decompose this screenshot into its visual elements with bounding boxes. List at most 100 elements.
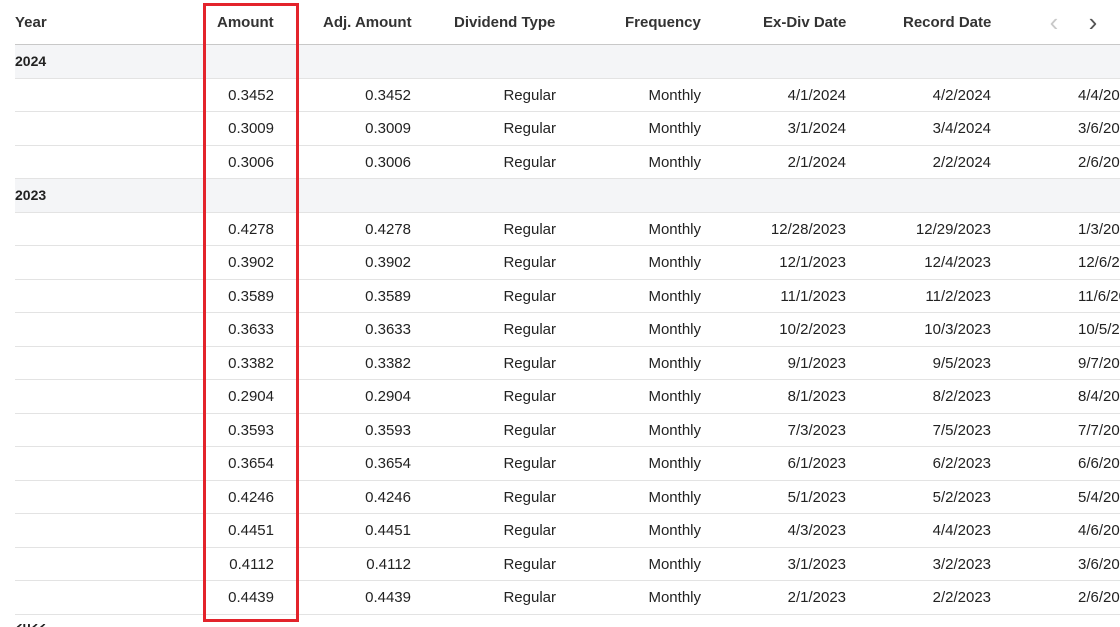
amount-cell: 0.3009 [228, 120, 274, 137]
year-group-label: 2023 [15, 187, 47, 203]
dividend-type-cell: Regular [503, 589, 556, 606]
adj-amount-cell: 0.3654 [365, 455, 411, 472]
dividend-type-cell: Regular [503, 220, 556, 238]
amount-cell: 0.4278 [228, 220, 274, 238]
pay-date-cell: 5/4/20 [1078, 488, 1120, 506]
frequency-cell: Monthly [648, 354, 701, 372]
table-row[interactable]: 0.4246 0.4246 Regular Monthly 5/1/2023 5/2/20… [15, 481, 1120, 514]
pay-date-cell: 6/6/20 [1078, 455, 1120, 472]
pay-date-cell: 9/7/20 [1078, 354, 1120, 372]
ex-div-date-cell: 2/1/2023 [787, 589, 846, 606]
ex-div-date-cell: 6/1/2023 [787, 455, 846, 472]
ex-div-date-cell: 12/28/2023 [770, 220, 846, 238]
table-row[interactable]: 0.3902 0.3902 Regular Monthly 12/1/2023 12/4/… [15, 246, 1120, 280]
record-date-cell: 9/5/2023 [932, 354, 991, 372]
pay-date-cell: 8/4/20 [1078, 388, 1120, 405]
header-frequency[interactable]: Frequency [625, 14, 701, 31]
header-record-date[interactable]: Record Date [903, 14, 991, 31]
year-group-label: 2024 [15, 53, 47, 69]
frequency-cell: Monthly [648, 589, 701, 606]
adj-amount-cell: 0.3452 [365, 86, 411, 104]
year-group-row: 2023 [15, 179, 1120, 213]
adj-amount-cell: 0.3633 [365, 321, 411, 338]
table-row[interactable]: 0.4112 0.4112 Regular Monthly 3/1/2023 3/2/20… [15, 548, 1120, 581]
frequency-cell: Monthly [648, 321, 701, 338]
table-header: Year Amount Adj. Amount Dividend Type Fr… [15, 0, 1120, 45]
adj-amount-cell: 0.3902 [365, 254, 411, 271]
pay-date-cell: 3/6/20 [1078, 120, 1120, 137]
ex-div-date-cell: 3/1/2024 [787, 120, 846, 137]
frequency-cell: Monthly [648, 153, 701, 171]
pay-date-cell: 3/6/20 [1078, 555, 1120, 573]
ex-div-date-cell: 2/1/2024 [787, 153, 846, 171]
frequency-cell: Monthly [648, 287, 701, 305]
adj-amount-cell: 0.3589 [365, 287, 411, 305]
record-date-cell: 3/2/2023 [932, 555, 991, 573]
pay-date-cell: 2/6/20 [1078, 589, 1120, 606]
amount-cell: 0.3654 [228, 455, 274, 472]
table-row[interactable]: 0.3382 0.3382 Regular Monthly 9/1/2023 9/5/20… [15, 347, 1120, 380]
adj-amount-cell: 0.4439 [365, 589, 411, 606]
table-row[interactable]: 0.2904 0.2904 Regular Monthly 8/1/2023 8/2/20… [15, 380, 1120, 414]
table-row[interactable]: 0.4278 0.4278 Regular Monthly 12/28/2023 12/2… [15, 213, 1120, 246]
table-row[interactable]: 0.3654 0.3654 Regular Monthly 6/1/2023 6/2/20… [15, 447, 1120, 481]
amount-cell: 0.3452 [228, 86, 274, 104]
pay-date-cell: 7/7/20 [1078, 421, 1120, 439]
ex-div-date-cell: 11/1/2023 [780, 287, 846, 305]
dividend-type-cell: Regular [503, 488, 556, 506]
adj-amount-cell: 0.3593 [365, 421, 411, 439]
adj-amount-cell: 0.3009 [365, 120, 411, 137]
table-row[interactable]: 0.3452 0.3452 Regular Monthly 4/1/2024 4/2/20… [15, 79, 1120, 112]
record-date-cell: 4/2/2024 [932, 86, 991, 104]
header-ex-div-date[interactable]: Ex-Div Date [763, 14, 846, 31]
table-row[interactable]: 0.3006 0.3006 Regular Monthly 2/1/2024 2/2/20… [15, 146, 1120, 179]
dividend-type-cell: Regular [503, 287, 556, 305]
dividend-type-cell: Regular [503, 153, 556, 171]
ex-div-date-cell: 4/3/2023 [787, 522, 846, 539]
header-dividend-type[interactable]: Dividend Type [454, 14, 555, 31]
table-row[interactable]: 0.3633 0.3633 Regular Monthly 10/2/2023 10/3/… [15, 313, 1120, 347]
frequency-cell: Monthly [648, 254, 701, 271]
adj-amount-cell: 0.3006 [365, 153, 411, 171]
amount-cell: 0.3006 [228, 153, 274, 171]
adj-amount-cell: 0.4112 [366, 555, 411, 573]
pay-date-cell: 1/3/20 [1078, 220, 1120, 238]
dividend-type-cell: Regular [503, 120, 556, 137]
chevron-right-icon[interactable]: › [1079, 7, 1107, 37]
table-row[interactable]: 0.4439 0.4439 Regular Monthly 2/1/2023 2/2/20… [15, 581, 1120, 615]
pay-date-cell: 4/6/20 [1078, 522, 1120, 539]
amount-cell: 0.3382 [228, 354, 274, 372]
header-adj-amount[interactable]: Adj. Amount [323, 14, 412, 31]
adj-amount-cell: 0.4451 [365, 522, 411, 539]
amount-cell: 0.3902 [228, 254, 274, 271]
frequency-cell: Monthly [648, 455, 701, 472]
adj-amount-cell: 0.2904 [365, 388, 411, 405]
record-date-cell: 6/2/2023 [932, 455, 991, 472]
dividend-type-cell: Regular [503, 354, 556, 372]
record-date-cell: 2/2/2024 [932, 153, 991, 171]
frequency-cell: Monthly [648, 86, 701, 104]
chevron-left-icon[interactable]: ‹ [1040, 7, 1068, 37]
dividend-type-cell: Regular [503, 555, 556, 573]
table-row[interactable]: 0.3593 0.3593 Regular Monthly 7/3/2023 7/5/20… [15, 414, 1120, 447]
pay-date-cell: 2/6/20 [1078, 153, 1120, 171]
record-date-cell: 4/4/2023 [932, 522, 991, 539]
amount-cell: 0.4112 [229, 555, 274, 573]
record-date-cell: 12/4/2023 [924, 254, 991, 271]
year-group-row: 2024 [15, 45, 1120, 79]
amount-cell: 0.2904 [228, 388, 274, 405]
adj-amount-cell: 0.4246 [365, 488, 411, 506]
amount-cell: 0.3593 [228, 421, 274, 439]
pay-date-cell: 4/4/20 [1078, 86, 1120, 104]
dividend-type-cell: Regular [503, 522, 556, 539]
header-year[interactable]: Year [15, 14, 47, 31]
table-row[interactable]: 0.4451 0.4451 Regular Monthly 4/3/2023 4/4/20… [15, 514, 1120, 548]
frequency-cell: Monthly [648, 388, 701, 405]
frequency-cell: Monthly [648, 522, 701, 539]
header-amount[interactable]: Amount [217, 14, 274, 31]
table-row[interactable]: 0.3009 0.3009 Regular Monthly 3/1/2024 3/4/20… [15, 112, 1120, 146]
amount-cell: 0.4451 [228, 522, 274, 539]
table-row[interactable]: 0.3589 0.3589 Regular Monthly 11/1/2023 11/2/… [15, 280, 1120, 313]
frequency-cell: Monthly [648, 220, 701, 238]
adj-amount-cell: 0.3382 [365, 354, 411, 372]
